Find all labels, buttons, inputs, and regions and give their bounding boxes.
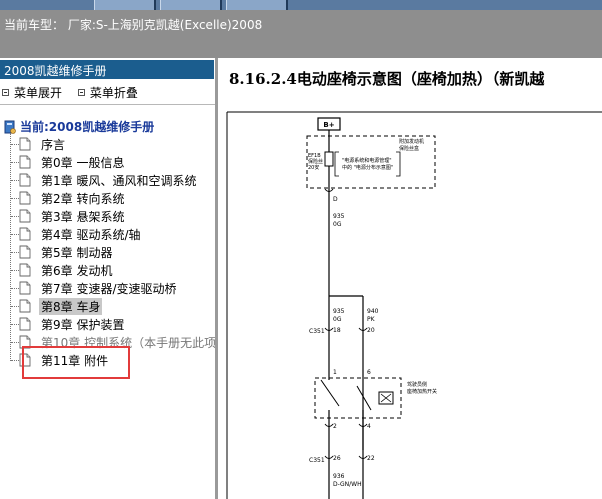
expand-menu-label: 菜单展开 [14, 86, 63, 100]
switch-caption-2: 座椅加热开关 [407, 388, 437, 395]
tree-root-label: 当前:2008凯越维修手册 [20, 120, 155, 134]
collapse-menu-label: 菜单折叠 [89, 86, 138, 100]
tree-root-node[interactable]: 当前:2008凯越维修手册 [4, 118, 154, 135]
document-icon [19, 335, 31, 349]
tree-chapter-item[interactable]: 第9章 保护装置 [0, 315, 215, 333]
tree-chapter-item[interactable]: 第4章 驱动系统/轴 [0, 225, 215, 243]
top-toolbar-strip [0, 0, 602, 10]
tree-chapter-item[interactable]: 第6章 发动机 [0, 261, 215, 279]
pin-d: D [333, 196, 338, 203]
document-icon [19, 209, 31, 223]
document-icon [19, 191, 31, 205]
tree-chapter-item[interactable]: 第7章 变速器/变速驱动桥 [0, 279, 215, 297]
tree-chapter-label: 第7章 变速器/变速驱动桥 [41, 282, 177, 296]
connector-c351: C351 [309, 328, 325, 335]
pin-4: 4 [367, 423, 371, 430]
tree-chapter-label: 第2章 转向系统 [41, 192, 125, 206]
tree-chapter-item[interactable]: 第11章 附件 [0, 351, 215, 369]
wire-pk: PK [367, 316, 376, 323]
fuse-symbol [324, 151, 334, 167]
wiring-diagram: B+ 附加发动机 保险丝盒 EF1B 保险丝 20安 "电源系统和电源管理" 中… [226, 111, 602, 499]
document-icon [19, 263, 31, 277]
document-icon [19, 137, 31, 151]
document-icon [19, 245, 31, 259]
pin-18: 18 [333, 327, 341, 334]
tree-chapter-item[interactable]: 第0章 一般信息 [0, 153, 215, 171]
tree-chapter-label: 第4章 驱动系统/轴 [41, 228, 141, 242]
wire-0g-b: 0G [333, 316, 342, 323]
document-icon [19, 317, 31, 331]
collapse-menu-button[interactable]: 菜单折叠 [77, 84, 138, 101]
vehicle-header: 当前车型： 厂家:S-上海别克凯越(Excelle)2008 [0, 10, 602, 58]
wire-935-b: 935 [333, 308, 345, 315]
pin-26: 26 [333, 455, 341, 462]
toolbar-button[interactable] [226, 0, 288, 10]
sidebar-tree-panel: 2008凯越维修手册 菜单展开 菜单折叠 当前:2008凯越维修手册 序言第0章… [0, 58, 218, 499]
document-icon [19, 353, 31, 367]
divider [0, 104, 215, 105]
tree-chapter-item[interactable]: 第2章 转向系统 [0, 189, 215, 207]
book-icon [4, 120, 16, 134]
fusebox-caption-2: 保险丝盒 [399, 145, 419, 152]
tree-chapter-label: 第0章 一般信息 [41, 156, 125, 170]
supply-label: B+ [323, 121, 334, 129]
expand-square-icon [2, 89, 9, 96]
document-heading: 8.16.2.4电动座椅示意图（座椅加热）（新凯越 [229, 70, 545, 88]
tree-chapter-label: 第5章 制动器 [41, 246, 113, 260]
manual-title-bar[interactable]: 2008凯越维修手册 [0, 60, 214, 79]
tree-chapter-item[interactable]: 第3章 悬架系统 [0, 207, 215, 225]
pin-1: 1 [333, 369, 337, 376]
wire-940: 940 [367, 308, 379, 315]
toolbar-button[interactable] [94, 0, 156, 10]
tree-chapter-label: 第6章 发动机 [41, 264, 113, 278]
tree-chapter-label: 第10章 控制系统（本手册无此项 [41, 336, 217, 350]
document-icon [19, 155, 31, 169]
document-icon [19, 281, 31, 295]
pin-6: 6 [367, 369, 371, 376]
tree-chapter-label: 第8章 车身 [39, 298, 103, 315]
pin-2: 2 [333, 423, 337, 430]
tree-chapter-label: 第11章 附件 [41, 354, 109, 368]
menu-toggles: 菜单展开 菜单折叠 [2, 84, 150, 101]
fuse-rating: 20安 [308, 164, 319, 171]
tree-chapter-item[interactable]: 第5章 制动器 [0, 243, 215, 261]
vehicle-label: 当前车型： 厂家:S-上海别克凯越(Excelle)2008 [4, 18, 263, 32]
tree-chapter-item[interactable]: 第1章 暖风、通风和空调系统 [0, 171, 215, 189]
wire-d-gn-wh: D-GN/WH [333, 481, 362, 488]
fusebox-caption-1: 附加发动机 [399, 138, 424, 145]
wire-935: 935 [333, 213, 345, 220]
tree-chapter-label: 序言 [41, 138, 66, 152]
pin-22: 22 [367, 455, 375, 462]
tree-chapter-label: 第9章 保护装置 [41, 318, 125, 332]
connector-c351-b: C351 [309, 457, 325, 464]
tree-chapter-item[interactable]: 序言 [0, 135, 215, 153]
wire-0g: 0G [333, 221, 342, 228]
collapse-square-icon [77, 89, 85, 96]
tree-chapter-label: 第3章 悬架系统 [41, 210, 125, 224]
wire-936: 936 [333, 473, 345, 480]
switch-caption-1: 驾驶员侧 [407, 381, 427, 388]
tree-chapter-label: 第1章 暖风、通风和空调系统 [41, 174, 197, 188]
expand-menu-button[interactable]: 菜单展开 [2, 84, 62, 101]
document-icon [19, 227, 31, 241]
toolbar-button[interactable] [160, 0, 222, 10]
document-icon [19, 173, 31, 187]
pin-20: 20 [367, 327, 375, 334]
fuse-type: 保险丝 [308, 158, 323, 165]
tree-chapter-item[interactable]: 第8章 车身 [0, 297, 215, 315]
tree-chapter-item[interactable]: 第10章 控制系统（本手册无此项 [0, 333, 217, 351]
document-icon [19, 299, 31, 313]
document-panel: 8.16.2.4电动座椅示意图（座椅加热）（新凯越 B+ 附加发动机 保险丝盒 … [221, 58, 602, 499]
chapter-list: 序言第0章 一般信息第1章 暖风、通风和空调系统 第2章 转向系统 第3章 悬架系统… [0, 135, 217, 369]
fuse-reference-2: 中的 "电源分布示意图" [342, 164, 393, 171]
fuse-reference-1: "电源系统和电源管理" [342, 157, 392, 164]
